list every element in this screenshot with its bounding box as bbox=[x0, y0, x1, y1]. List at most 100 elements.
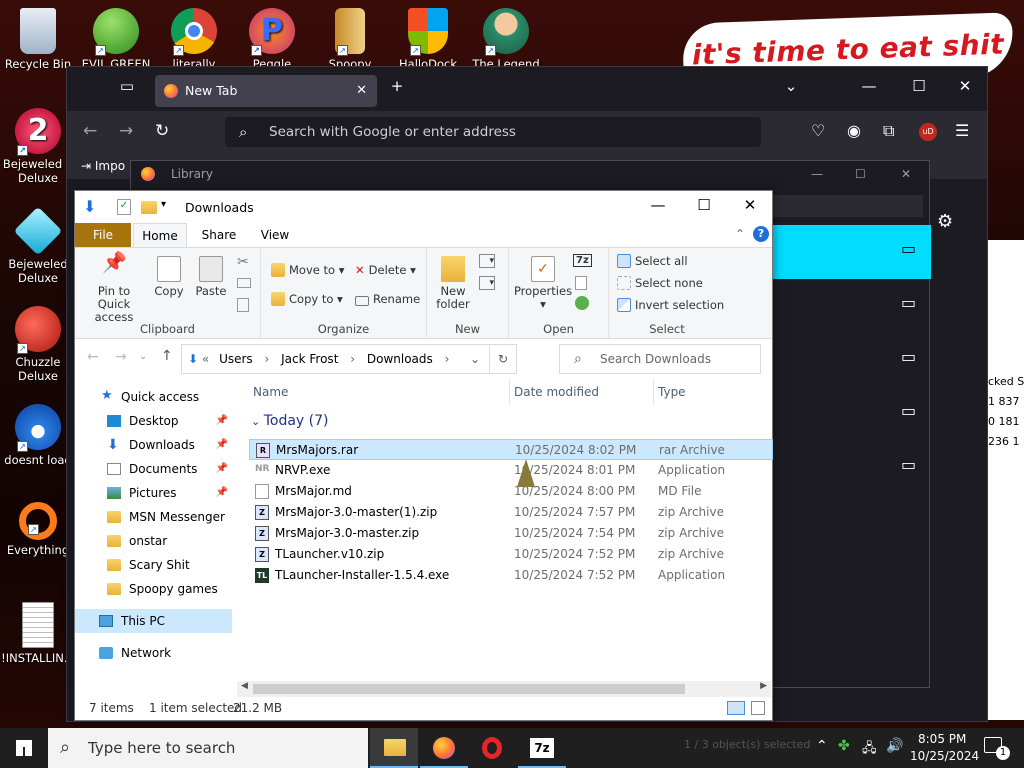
back-arrow-icon[interactable]: ← bbox=[87, 349, 99, 365]
easy-access-icon[interactable]: ▾ bbox=[479, 276, 495, 290]
cut-scissors-icon[interactable]: ✂ bbox=[237, 254, 249, 270]
desktop-icon-literally[interactable]: ↗ literally bbox=[156, 8, 232, 71]
close-window-icon[interactable]: ✕ bbox=[953, 77, 977, 95]
group-header-today[interactable]: ⌄ Today (7) bbox=[251, 413, 329, 429]
maximize-icon[interactable]: ☐ bbox=[689, 196, 719, 214]
recent-locations-chevron-icon[interactable]: ⌄ bbox=[139, 351, 147, 362]
tab-share[interactable]: Share bbox=[195, 223, 243, 247]
tab-file[interactable]: File bbox=[75, 223, 131, 247]
horizontal-scrollbar[interactable]: ◀ ▶ bbox=[237, 681, 771, 697]
breadcrumb-separator-icon[interactable]: › bbox=[350, 352, 355, 366]
file-row[interactable]: NR NRVP.exe 10/25/2024 8:01 PM Application bbox=[249, 460, 773, 481]
library-row[interactable]: ▭ bbox=[771, 387, 931, 441]
pin-icon[interactable]: 📌 bbox=[216, 433, 228, 457]
address-bar[interactable]: ⬇ « Users › Jack Frost › Downloads › ⌄ ↻ bbox=[181, 344, 517, 374]
desktop-icon-doesnt-load[interactable]: ↗ doesnt load bbox=[0, 404, 76, 467]
breadcrumb-overflow-icon[interactable]: « bbox=[202, 352, 209, 366]
details-view-icon[interactable] bbox=[727, 701, 745, 715]
tray-app-icon[interactable]: ✤ bbox=[838, 738, 850, 754]
nav-network[interactable]: Network bbox=[75, 641, 232, 665]
breadcrumb-users[interactable]: Users bbox=[219, 352, 253, 366]
taskbar-opera[interactable] bbox=[468, 728, 516, 768]
scroll-left-icon[interactable]: ◀ bbox=[241, 681, 248, 691]
up-arrow-icon[interactable]: ↑ bbox=[161, 348, 173, 364]
desktop-icon-the-legend[interactable]: ↗ The Legend bbox=[468, 8, 544, 71]
paste-shortcut-icon[interactable] bbox=[237, 298, 249, 312]
forward-arrow-icon[interactable]: → bbox=[115, 349, 127, 365]
address-dropdown-chevron-icon[interactable]: ⌄ bbox=[470, 345, 480, 373]
taskbar-search-input[interactable]: ⌕ Type here to search bbox=[48, 728, 368, 768]
select-all-button[interactable]: Select all bbox=[617, 253, 688, 269]
library-row[interactable]: ▭ bbox=[771, 333, 931, 387]
close-tab-icon[interactable]: ✕ bbox=[356, 75, 367, 107]
new-folder-button[interactable]: New folder bbox=[431, 256, 475, 311]
file-row[interactable]: MrsMajor.md 10/25/2024 8:00 PM MD File bbox=[249, 481, 773, 502]
rename-button[interactable]: Rename bbox=[355, 291, 420, 307]
nav-downloads[interactable]: ⬇ Downloads 📌 bbox=[75, 433, 232, 457]
desktop-icon-everything[interactable]: ↗ Everything bbox=[0, 502, 76, 557]
desktop-icon-bejeweled2[interactable]: 2 ↗ Bejeweled 2 Deluxe bbox=[0, 108, 76, 185]
network-icon[interactable]: 🖧 bbox=[862, 739, 877, 761]
edit-icon[interactable] bbox=[575, 276, 587, 290]
minimize-icon[interactable]: — bbox=[643, 196, 673, 214]
nav-msn-messenger[interactable]: MSN Messenger bbox=[75, 505, 232, 529]
copy-path-icon[interactable] bbox=[237, 278, 251, 288]
tab-view[interactable]: View bbox=[251, 223, 299, 247]
clock-time[interactable]: 8:05 PM bbox=[918, 732, 966, 746]
file-row[interactable]: Z MrsMajor-3.0-master.zip 10/25/2024 7:54 … bbox=[249, 523, 773, 544]
large-icons-view-icon[interactable] bbox=[751, 701, 765, 715]
nav-quick-access[interactable]: ★ Quick access bbox=[75, 385, 232, 409]
library-row[interactable]: ▭ bbox=[771, 279, 931, 333]
desktop-icon-evil-green[interactable]: ↗ EVIL GREEN bbox=[78, 8, 154, 71]
nav-scary-shit[interactable]: Scary Shit bbox=[75, 553, 232, 577]
account-icon[interactable]: ◉ bbox=[847, 121, 861, 140]
import-bookmarks-link[interactable]: Impo bbox=[95, 159, 125, 173]
breadcrumb-downloads[interactable]: Downloads bbox=[367, 352, 433, 366]
scrollbar-thumb[interactable] bbox=[253, 684, 685, 694]
reload-icon[interactable]: ↻ bbox=[155, 121, 169, 141]
invert-selection-button[interactable]: Invert selection bbox=[617, 297, 724, 313]
pin-quick-access-button[interactable]: 📌 Pin to Quick access bbox=[81, 252, 147, 324]
copy-to-button[interactable]: Copy to ▾ bbox=[271, 291, 343, 307]
url-bar[interactable]: ⌕ Search with Google or enter address bbox=[225, 117, 761, 147]
menu-hamburger-icon[interactable]: ☰ bbox=[955, 121, 969, 140]
help-icon[interactable]: ? bbox=[753, 226, 769, 242]
pin-icon[interactable]: 📌 bbox=[216, 457, 228, 481]
desktop-icon-hallodock[interactable]: ↗ HalloDock bbox=[390, 8, 466, 71]
desktop-icon-chuzzle[interactable]: ↗ Chuzzle Deluxe bbox=[0, 306, 76, 383]
nav-desktop[interactable]: Desktop 📌 bbox=[75, 409, 232, 433]
close-icon[interactable]: ✕ bbox=[735, 196, 765, 214]
file-row[interactable]: Z MrsMajor-3.0-master(1).zip 10/25/2024 7:… bbox=[249, 502, 773, 523]
column-header-type[interactable]: Type bbox=[653, 379, 763, 405]
pocket-icon[interactable]: ♡ bbox=[811, 121, 825, 140]
desktop-icon-spoopy[interactable]: ↗ Spoopy bbox=[312, 8, 388, 71]
maximize-icon[interactable]: ☐ bbox=[907, 77, 931, 95]
scroll-right-icon[interactable]: ▶ bbox=[760, 681, 767, 691]
new-tab-plus-icon[interactable]: + bbox=[385, 77, 409, 95]
file-row[interactable]: R MrsMajors.rar 10/25/2024 8:02 PM rar Arch… bbox=[249, 439, 773, 460]
breadcrumb-jack-frost[interactable]: Jack Frost bbox=[281, 352, 338, 366]
library-minimize-icon[interactable]: — bbox=[811, 161, 823, 187]
windows-start-icon[interactable] bbox=[16, 740, 32, 756]
delete-button[interactable]: ✕ Delete ▾ bbox=[355, 262, 416, 278]
customize-toolbar-chevron-icon[interactable]: ▾ bbox=[161, 199, 166, 210]
firefox-view-icon[interactable]: ▭ bbox=[115, 77, 139, 95]
desktop-icon-installing[interactable]: !INSTALLIN... bbox=[0, 602, 76, 665]
ublock-icon[interactable]: uD bbox=[919, 123, 937, 141]
folder-icon[interactable] bbox=[141, 201, 157, 214]
collapse-ribbon-chevron-icon[interactable]: ⌃ bbox=[735, 227, 745, 241]
show-hidden-icons-chevron[interactable]: ⌃ bbox=[816, 738, 828, 754]
forward-arrow-icon[interactable]: → bbox=[119, 121, 133, 141]
minimize-icon[interactable]: — bbox=[857, 77, 881, 95]
pin-icon[interactable]: 📌 bbox=[216, 409, 228, 433]
refresh-icon[interactable]: ↻ bbox=[488, 345, 508, 373]
library-row-selected[interactable]: ▭ bbox=[771, 225, 931, 279]
volume-icon[interactable]: 🔊 bbox=[886, 738, 903, 754]
sevenzip-menu-icon[interactable]: 7z bbox=[573, 254, 592, 267]
paste-button[interactable]: Paste bbox=[193, 256, 229, 298]
search-input[interactable]: ⌕ Search Downloads bbox=[559, 344, 761, 374]
library-maximize-icon[interactable]: ☐ bbox=[855, 161, 866, 187]
new-item-icon[interactable]: ▾ bbox=[479, 254, 495, 268]
pin-icon[interactable]: 📌 bbox=[216, 481, 228, 505]
column-header-name[interactable]: Name bbox=[253, 379, 503, 405]
